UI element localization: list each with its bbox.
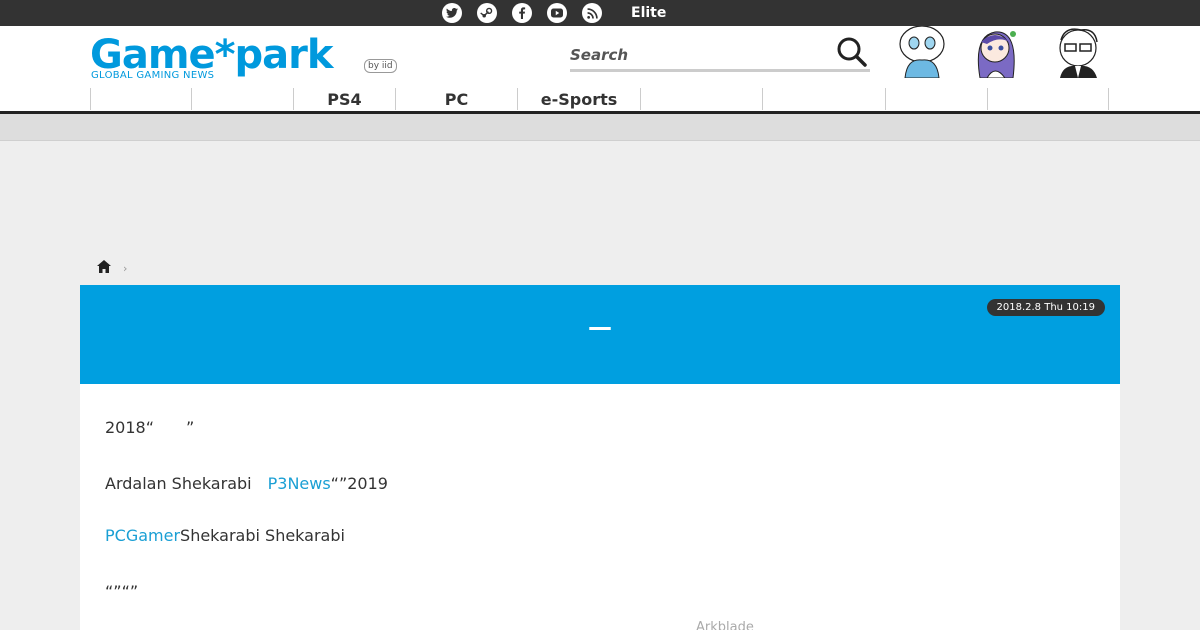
logo-byline: by iid	[364, 59, 397, 73]
social-links: Elite	[442, 3, 671, 23]
sub-bar	[0, 114, 1200, 141]
elite-link[interactable]: Elite	[617, 5, 671, 21]
article-header: 2018.2.8 Thu 10:19 —	[80, 285, 1120, 384]
elite-label: Elite	[631, 5, 667, 21]
paragraph-3: PCGamerShekarabi Shekarabi	[105, 526, 345, 545]
logo-tagline: GLOBAL GAMING NEWS	[91, 70, 215, 81]
article-title: —	[588, 313, 612, 341]
steam-icon[interactable]	[477, 3, 497, 23]
nav-item-home[interactable]	[90, 88, 192, 115]
youtube-icon[interactable]	[547, 3, 567, 23]
pcgamer-link[interactable]: PCGamer	[105, 526, 180, 545]
twitter-icon[interactable]	[442, 3, 462, 23]
paragraph-4: “”“”	[105, 582, 139, 601]
paragraph-2-text-b: “”2019	[330, 474, 388, 493]
home-icon[interactable]	[97, 260, 111, 276]
nav-item-esports[interactable]: e-Sports	[518, 88, 641, 110]
search-box	[570, 37, 870, 72]
search-icon[interactable]	[836, 36, 868, 72]
p3news-link[interactable]: P3News	[268, 474, 331, 493]
nav-item-2[interactable]	[192, 88, 294, 110]
image-caption: Arkblade	[696, 620, 754, 630]
nav-item-9[interactable]	[988, 88, 1109, 110]
mascot-ghost-icon	[899, 25, 945, 79]
paragraph-1: 2018“ ”	[105, 418, 195, 437]
mascot-girl-icon	[977, 31, 1016, 79]
paragraph-2: Ardalan Shekarabi P3News“”2019	[105, 470, 388, 494]
search-input[interactable]	[570, 44, 820, 66]
main-nav: PS4 PC e-Sports	[90, 88, 1110, 115]
nav-item-8[interactable]	[886, 88, 988, 110]
paragraph-3-text: Shekarabi Shekarabi	[180, 526, 345, 545]
breadcrumb-separator: ›	[123, 261, 128, 275]
nav-item-pc[interactable]: PC	[396, 88, 518, 110]
site-logo[interactable]: Game*park GLOBAL GAMING NEWS by iid	[90, 32, 400, 84]
mascot-man-icon	[1059, 28, 1098, 78]
nav-item-7[interactable]	[763, 88, 886, 110]
paragraph-2-text-a: Ardalan Shekarabi	[105, 474, 268, 493]
breadcrumb: ›	[90, 259, 133, 277]
top-bar: Elite	[0, 0, 1200, 26]
facebook-icon[interactable]	[512, 3, 532, 23]
nav-item-ps4[interactable]: PS4	[294, 88, 396, 110]
article-body: 2018“ ” Ardalan Shekarabi P3News“”2019 P…	[80, 384, 1120, 630]
site-header: Game*park GLOBAL GAMING NEWS by iid Sear…	[0, 25, 1200, 115]
rss-icon[interactable]	[582, 3, 602, 23]
mascot-characters	[895, 25, 1110, 79]
nav-item-6[interactable]	[641, 88, 763, 110]
